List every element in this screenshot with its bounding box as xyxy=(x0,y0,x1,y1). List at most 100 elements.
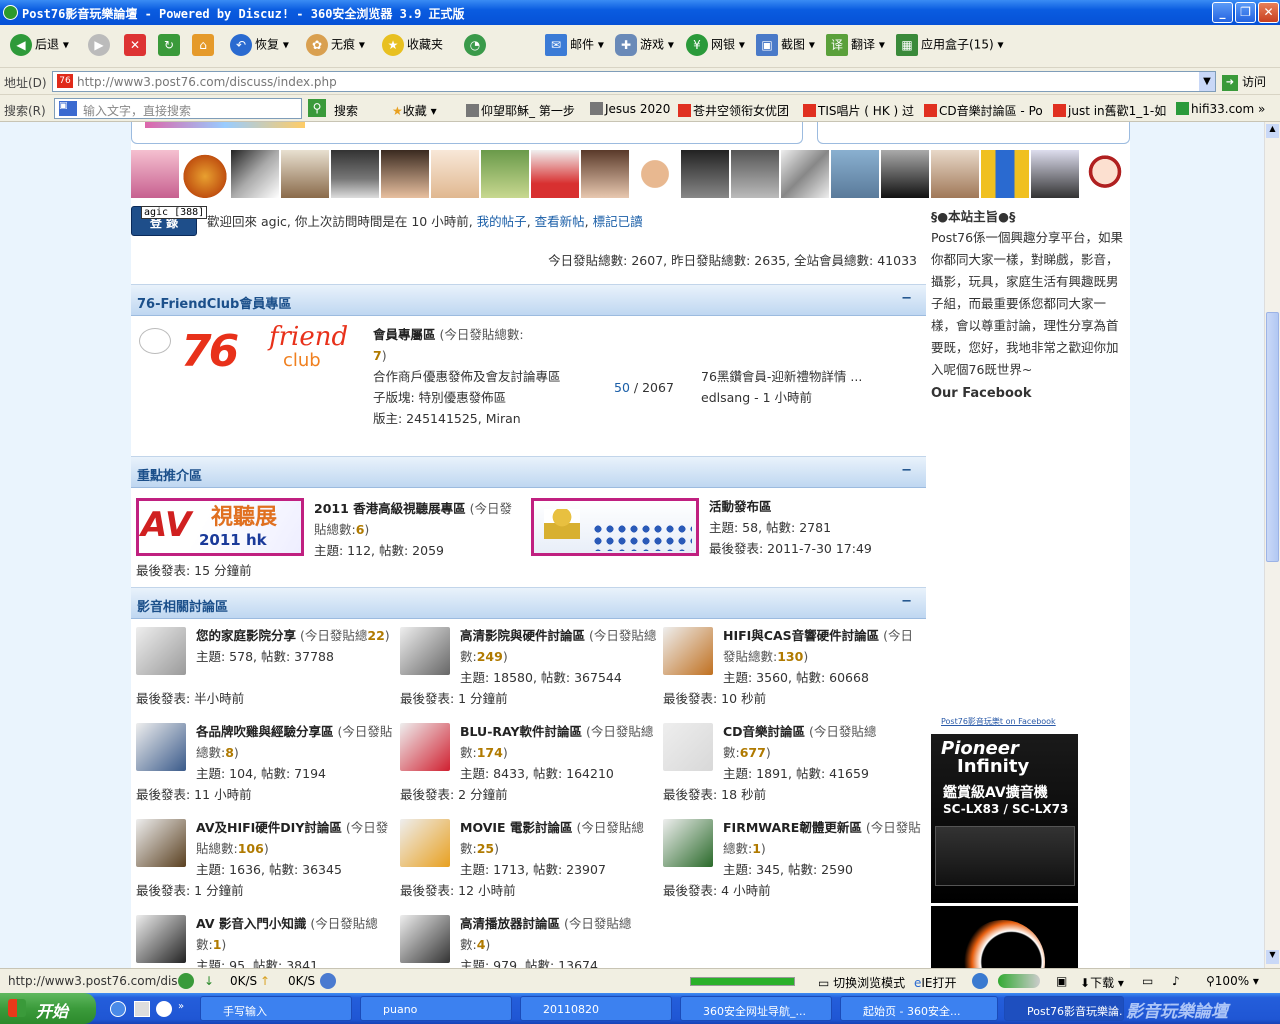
search-button[interactable]: 搜索 xyxy=(334,102,358,119)
ie-quicklaunch-icon[interactable] xyxy=(110,1001,126,1017)
forum-name[interactable]: AV 影音入門小知識 xyxy=(196,916,306,931)
forum-thumbnail[interactable] xyxy=(400,915,450,963)
forum-name[interactable]: CD音樂討論區 xyxy=(723,724,805,739)
second-ad[interactable] xyxy=(931,906,1078,968)
events-banner[interactable] xyxy=(531,498,699,556)
window-titlebar[interactable]: Post76影音玩樂論壇 - Powered by Discuz! - 360安… xyxy=(0,0,1280,25)
member-avatar[interactable] xyxy=(1031,150,1079,198)
translate-button[interactable]: 译翻译 ▾ xyxy=(826,34,885,56)
forum-thumbnail[interactable] xyxy=(136,819,186,867)
games-button[interactable]: ✚ 游戏 ▾ xyxy=(615,34,674,56)
url-dropdown-icon[interactable]: ▼ xyxy=(1199,72,1215,91)
forum-name[interactable]: 各品牌吹雞與經驗分享區 xyxy=(196,724,334,739)
toggle-icons[interactable] xyxy=(998,974,1040,988)
bank-button[interactable]: ¥ 网银 ▾ xyxy=(686,34,745,56)
incognito-button[interactable]: ✿ 无痕 ▾ xyxy=(306,34,365,56)
forum-name[interactable]: FIRMWARE韌體更新區 xyxy=(723,820,862,835)
facebook-link[interactable]: Post76影音玩樂t on Facebook xyxy=(941,716,1056,727)
member-avatar[interactable] xyxy=(231,150,279,198)
forum-name[interactable]: 2011 香港高級視聽展專區 xyxy=(314,501,466,516)
bookmark-4[interactable]: CD音樂討論區 - Po xyxy=(924,102,1043,119)
task-360-nav[interactable]: 360安全网址导航_... xyxy=(680,996,832,1021)
member-avatar[interactable] xyxy=(381,150,429,198)
minimize-button[interactable]: _ xyxy=(1212,2,1233,23)
member-avatar[interactable] xyxy=(931,150,979,198)
forum-thumbnail[interactable] xyxy=(400,627,450,675)
member-avatar[interactable] xyxy=(1081,150,1129,198)
extension-icon[interactable]: ▣ xyxy=(1056,974,1067,988)
home-button[interactable]: ⌂ xyxy=(192,34,217,56)
sound-icon[interactable]: ♪ xyxy=(1172,974,1180,988)
task-handwriting[interactable]: 手写输入 xyxy=(200,996,352,1021)
member-avatar[interactable] xyxy=(631,150,679,198)
mail-button[interactable]: ✉ 邮件 ▾ xyxy=(545,34,604,56)
member-avatar[interactable] xyxy=(681,150,729,198)
search-magnifier-icon[interactable]: ⚲ xyxy=(308,99,326,117)
switch-mode-button[interactable]: ▭ 切换浏览模式 xyxy=(818,974,905,991)
forum-thumbnail[interactable] xyxy=(663,819,713,867)
bookmark-6[interactable]: hifi33.com xyxy=(1176,102,1254,116)
member-avatar[interactable] xyxy=(731,150,779,198)
member-avatar[interactable] xyxy=(881,150,929,198)
go-button[interactable]: ➜ 访问 xyxy=(1222,73,1266,91)
url-input[interactable]: 76 http://www3.post76.com/discuss/index.… xyxy=(52,71,1216,92)
scroll-up-icon[interactable]: ▲ xyxy=(1266,124,1279,138)
topic-count[interactable]: 50 xyxy=(614,380,630,395)
forum-thumbnail[interactable] xyxy=(136,723,186,771)
back-button[interactable]: ◀ 后退 ▾ xyxy=(10,34,69,56)
vertical-scrollbar[interactable]: ▲ ▼ xyxy=(1264,122,1280,968)
browser-quicklaunch-icon[interactable] xyxy=(156,1001,172,1017)
forum-thumbnail[interactable] xyxy=(400,819,450,867)
forum-name[interactable]: HIFI與CAS音響硬件討論區 xyxy=(723,628,879,643)
bookmark-3[interactable]: TIS唱片 ( HK ) 过 xyxy=(803,102,914,119)
subforum[interactable]: 子版塊: 特別優惠發佈區 xyxy=(373,390,506,405)
search-engine-icon[interactable]: ▣ xyxy=(59,101,77,116)
quicklaunch-more-icon[interactable]: » xyxy=(178,1001,184,1012)
download-button[interactable]: ⬇下载 ▾ xyxy=(1080,974,1124,991)
bookmark-2[interactable]: 苍井空领衔女优团 xyxy=(678,102,789,119)
task-start-page[interactable]: 起始页 - 360安全... xyxy=(840,996,998,1021)
bookmark-0[interactable]: 仰望耶穌_ 第一步 xyxy=(466,102,575,119)
ie-icon[interactable] xyxy=(320,973,336,989)
member-avatar[interactable] xyxy=(481,150,529,198)
last-post-title[interactable]: 76黑鑽會員-迎新禮物詳情 ... xyxy=(701,369,862,384)
forum-name[interactable]: 會員專屬區 xyxy=(373,327,436,342)
favorites-menu[interactable]: ★收藏 ▾ xyxy=(392,102,437,119)
member-avatar[interactable] xyxy=(531,150,579,198)
appbox-button[interactable]: ▦ 应用盒子(15) ▾ xyxy=(896,34,1003,56)
close-button[interactable]: ✕ xyxy=(1258,2,1279,23)
new-posts-link[interactable]: 查看新帖 xyxy=(535,214,585,229)
member-avatar[interactable] xyxy=(781,150,829,198)
member-avatar[interactable] xyxy=(331,150,379,198)
collapse-icon[interactable]: − xyxy=(901,463,912,478)
ie-open-button[interactable]: eIE打开 xyxy=(914,974,957,991)
forum-name[interactable]: AV及HIFI硬件DIY討論區 xyxy=(196,820,342,835)
pioneer-ad[interactable]: Pioneer Infinity 鑑賞級AV擴音機 SC-LX83 / SC-L… xyxy=(931,734,1078,903)
forum-name[interactable]: 活動發布區 xyxy=(709,499,772,514)
favorites-button[interactable]: ★ 收藏夹 xyxy=(382,34,443,56)
forum-name[interactable]: 高清播放器討論區 xyxy=(460,916,560,931)
bookmarks-more-icon[interactable]: » xyxy=(1258,102,1265,116)
forum-name[interactable]: BLU-RAY軟件討論區 xyxy=(460,724,582,739)
page-icon[interactable]: ▭ xyxy=(1142,974,1153,988)
section-header-av[interactable]: 影音相關討論區 − xyxy=(131,587,926,619)
security-icon[interactable] xyxy=(972,973,988,989)
stop-button[interactable]: ✕ xyxy=(124,34,149,56)
task-puano[interactable]: puano xyxy=(360,996,512,1021)
collapse-icon[interactable]: − xyxy=(901,291,912,306)
speed-icon[interactable] xyxy=(178,973,194,989)
refresh-button[interactable]: ↻ xyxy=(158,34,183,56)
scroll-down-icon[interactable]: ▼ xyxy=(1266,950,1279,964)
forum-name[interactable]: MOVIE 電影討論區 xyxy=(460,820,572,835)
start-button[interactable]: 开始 xyxy=(0,993,96,1024)
scroll-thumb[interactable] xyxy=(1266,312,1279,562)
section-header-featured[interactable]: 重點推介區 − xyxy=(131,456,926,488)
collapse-icon[interactable]: − xyxy=(901,594,912,609)
task-folder[interactable]: 20110820 xyxy=(520,996,672,1021)
bookmark-1[interactable]: Jesus 2020 xyxy=(590,102,670,116)
history-button[interactable]: ◔ xyxy=(464,34,489,56)
restore-button[interactable]: ↶ 恢复 ▾ xyxy=(230,34,289,56)
member-avatar[interactable] xyxy=(981,150,1029,198)
member-avatar[interactable] xyxy=(281,150,329,198)
zoom-control[interactable]: ⚲100% ▾ xyxy=(1206,974,1259,988)
